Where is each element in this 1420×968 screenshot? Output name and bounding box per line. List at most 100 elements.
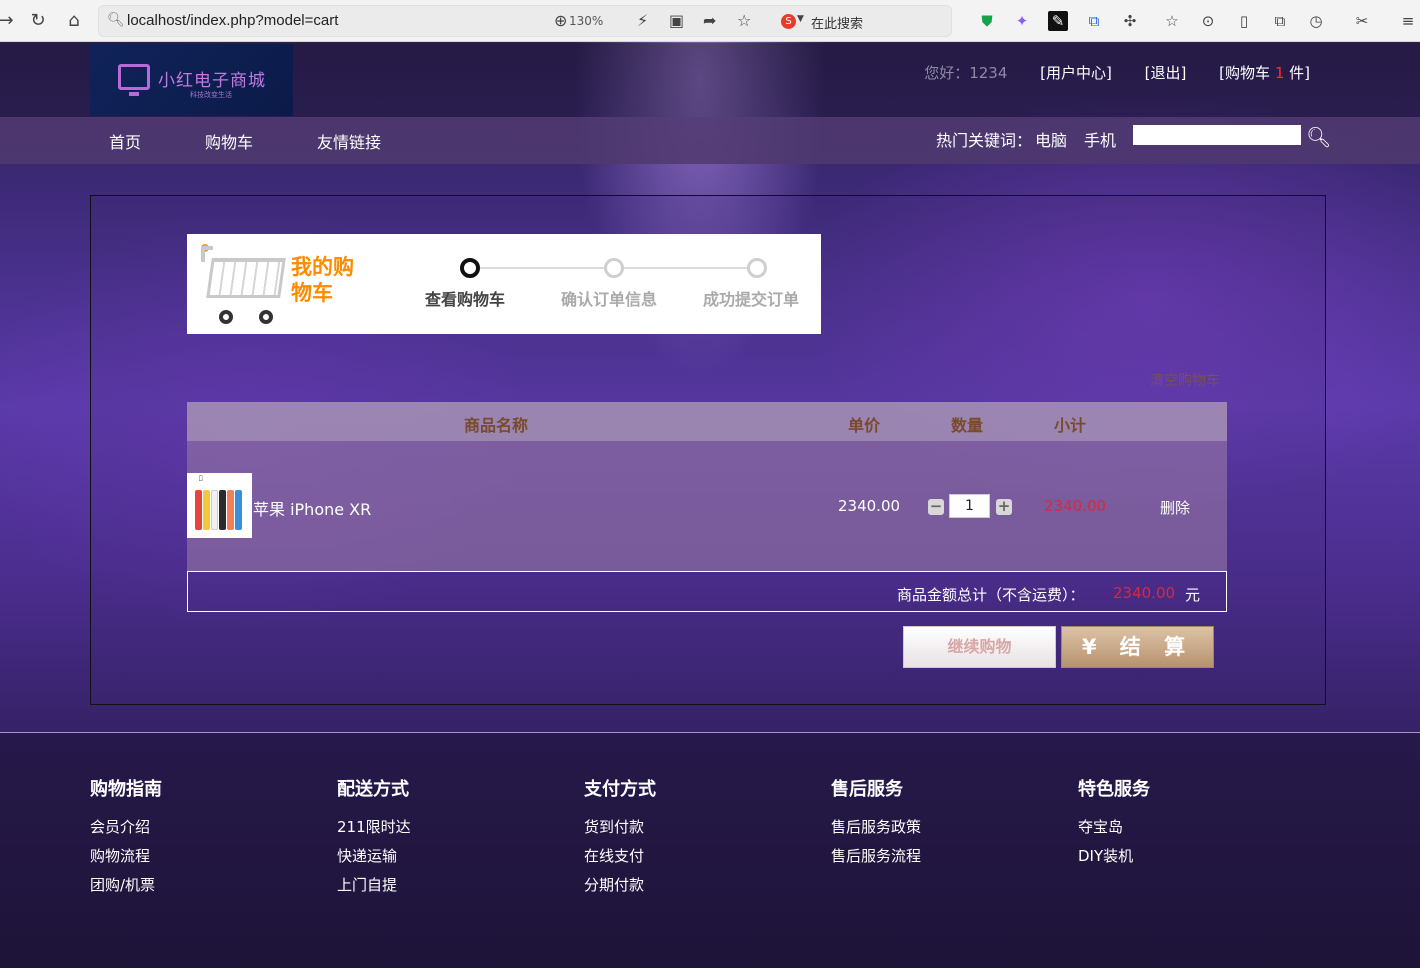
- continue-shopping-button[interactable]: 继续购物: [903, 626, 1056, 668]
- quantity-input[interactable]: 1: [949, 494, 990, 518]
- phone-color-black: [219, 490, 226, 530]
- pen-extension-icon[interactable]: ✎: [1048, 11, 1068, 31]
- phone-color-red: [195, 490, 202, 530]
- footer-heading: 配送方式: [337, 779, 409, 800]
- bookmark-star-icon[interactable]: ☆: [737, 11, 751, 30]
- download-icon[interactable]: ⊙: [1198, 11, 1218, 31]
- nav-item-home[interactable]: 首页: [109, 129, 141, 153]
- puzzle-extension-icon[interactable]: ✣: [1120, 11, 1140, 31]
- translate-extension-icon[interactable]: ⧉: [1084, 11, 1104, 31]
- product-name-link[interactable]: 苹果 iPhone XR: [253, 496, 371, 520]
- logout-link[interactable]: [退出]: [1145, 64, 1187, 82]
- lightning-icon[interactable]: ⚡︎: [637, 11, 648, 30]
- cart-icon-wheel-left: [219, 310, 233, 324]
- footer-link[interactable]: DIY装机: [1078, 842, 1150, 871]
- qty-increase-button[interactable]: +: [996, 499, 1012, 515]
- checkout-button[interactable]: ¥ 结 算: [1061, 626, 1214, 668]
- main-nav: 首页 购物车 友情链接 热门关键词： 电脑 手机 🔍︎: [0, 117, 1420, 164]
- column-header-name: 商品名称: [464, 416, 529, 435]
- phone-color-blue: [235, 490, 242, 530]
- phone-color-yellow: [203, 490, 210, 530]
- hot-keyword-computer[interactable]: 电脑: [1035, 127, 1067, 151]
- cart-count-badge: 1: [1274, 64, 1285, 82]
- footer-heading: 支付方式: [584, 779, 656, 800]
- forward-arrow-icon[interactable]: →: [0, 9, 18, 33]
- user-greeting: 您好：1234: [924, 64, 1008, 82]
- total-label: 商品金额总计（不含运费）：: [897, 586, 1085, 604]
- nav-item-links[interactable]: 友情链接: [317, 129, 381, 153]
- banner-title: 我的购物车: [291, 255, 354, 305]
- site-search-input[interactable]: [1133, 125, 1301, 145]
- footer-link[interactable]: 团购/机票: [90, 871, 162, 900]
- total-unit: 元: [1185, 586, 1201, 604]
- monitor-logo-icon: [118, 64, 150, 96]
- nav-item-cart[interactable]: 购物车: [205, 129, 253, 153]
- cart-icon-wheel-right: [259, 310, 273, 324]
- step-label-confirm-order: 确认订单信息: [561, 290, 658, 309]
- footer-column-delivery: 配送方式 211限时达 快递运输 上门自提: [337, 775, 411, 900]
- footer-column-after-sales: 售后服务 售后服务政策 售后服务流程: [831, 775, 921, 871]
- phone-color-coral: [227, 490, 234, 530]
- step-label-view-cart: 查看购物车: [425, 290, 506, 309]
- cart-link-suffix: 件]: [1289, 64, 1310, 82]
- footer-link[interactable]: 会员介绍: [90, 813, 162, 842]
- clear-cart-link[interactable]: 清空购物车: [1150, 370, 1220, 390]
- site-logo[interactable]: 小红电子商城 科技改变生活: [90, 44, 293, 116]
- reader-icon[interactable]: ▣: [669, 11, 684, 30]
- window-icon[interactable]: ⧉: [1270, 11, 1290, 31]
- qty-decrease-button[interactable]: −: [928, 499, 944, 515]
- shield-extension-icon[interactable]: ⛊: [977, 11, 997, 31]
- step-dot-confirm-order: [604, 258, 624, 278]
- user-center-link[interactable]: [用户中心]: [1040, 64, 1112, 82]
- footer-link[interactable]: 分期付款: [584, 871, 656, 900]
- cart-link-prefix: [购物车: [1219, 64, 1271, 82]
- user-bar: 您好：1234 [用户中心] [退出] [购物车 1 件]: [924, 62, 1310, 83]
- footer-link[interactable]: 211限时达: [337, 813, 411, 842]
- column-header-price: 单价: [848, 416, 881, 435]
- footer-link[interactable]: 售后服务政策: [831, 813, 921, 842]
- footer-column-special: 特色服务 夺宝岛 DIY装机: [1078, 775, 1150, 871]
- phone-icon[interactable]: ▯: [1234, 11, 1254, 31]
- chevron-down-icon[interactable]: ▼: [797, 14, 804, 24]
- product-subtotal: 2340.00: [1044, 497, 1107, 515]
- logo-title: 小红电子商城: [158, 71, 266, 91]
- footer-link[interactable]: 快递运输: [337, 842, 411, 871]
- delete-item-link[interactable]: 删除: [1160, 497, 1190, 518]
- hot-keyword-phone[interactable]: 手机: [1084, 127, 1116, 151]
- step-label-submit-order: 成功提交订单: [703, 290, 800, 309]
- logo-subtitle: 科技改变生活: [190, 91, 232, 99]
- zoom-icon[interactable]: ⊕: [554, 11, 567, 30]
- footer-heading: 特色服务: [1078, 779, 1150, 800]
- home-icon[interactable]: ⌂: [62, 9, 86, 33]
- footer-link[interactable]: 售后服务流程: [831, 842, 921, 871]
- share-icon[interactable]: ➦: [703, 11, 716, 30]
- menu-icon[interactable]: ≡: [1398, 11, 1418, 31]
- favorites-star-icon[interactable]: ☆: [1162, 11, 1182, 31]
- step-dot-view-cart: [460, 258, 480, 278]
- site-footer: 购物指南 会员介绍 购物流程 团购/机票 配送方式 211限时达 快递运输 上门…: [0, 732, 1420, 968]
- shopping-cart-icon: [201, 244, 287, 326]
- reload-icon[interactable]: ↻: [26, 9, 50, 33]
- step-dot-submit-order: [747, 258, 767, 278]
- zoom-level[interactable]: 130%: [569, 14, 603, 28]
- address-bar[interactable]: 🔍︎ localhost/index.php?model=cart ⊕ 130%…: [98, 5, 952, 37]
- site-search-button-icon[interactable]: 🔍︎: [1306, 125, 1331, 149]
- cart-icon-basket: [206, 258, 286, 298]
- search-engine-logo-icon[interactable]: S: [781, 14, 796, 29]
- sparkle-extension-icon[interactable]: ✦: [1012, 11, 1032, 31]
- cart-steps-banner: 我的购物车 查看购物车 确认订单信息 成功提交订单: [187, 234, 821, 334]
- footer-link[interactable]: 夺宝岛: [1078, 813, 1150, 842]
- footer-link[interactable]: 购物流程: [90, 842, 162, 871]
- search-engine-placeholder[interactable]: 在此搜索: [811, 13, 863, 32]
- footer-link[interactable]: 货到付款: [584, 813, 656, 842]
- footer-column-payment: 支付方式 货到付款 在线支付 分期付款: [584, 775, 656, 900]
- url-text[interactable]: localhost/index.php?model=cart: [127, 12, 338, 29]
- footer-link[interactable]: 在线支付: [584, 842, 656, 871]
- scissors-icon[interactable]: ✂: [1352, 11, 1372, 31]
- table-row:  苹果 iPhone XR 2340.00 − 1 + 2340.00 删除: [187, 441, 1227, 571]
- footer-link[interactable]: 上门自提: [337, 871, 411, 900]
- cart-total-bar: 商品金额总计（不含运费）： 2340.00 元: [187, 571, 1227, 612]
- history-icon[interactable]: ◷: [1306, 11, 1326, 31]
- product-thumbnail[interactable]: : [187, 473, 252, 538]
- cart-link[interactable]: [购物车 1 件]: [1219, 64, 1310, 82]
